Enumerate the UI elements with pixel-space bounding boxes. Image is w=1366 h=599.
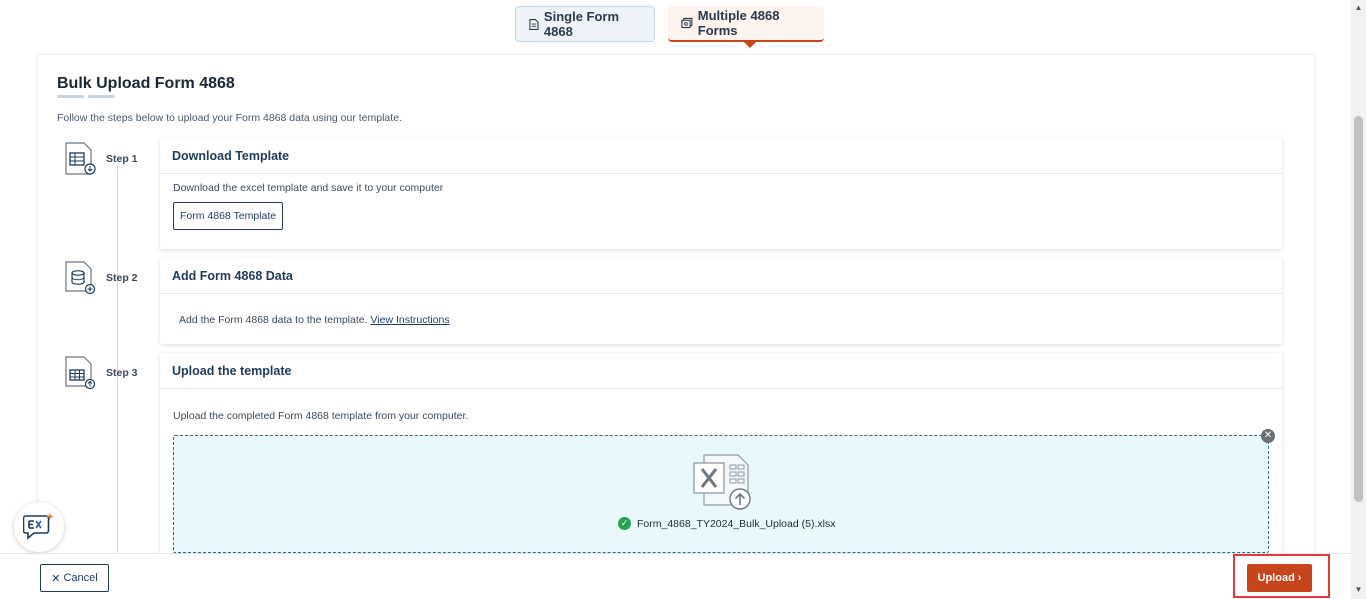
step-2-label: Step 2 [106,272,138,284]
document-icon [529,18,539,30]
step-2-body: Add the Form 4868 data to the template. … [160,294,1282,346]
tab-multiple-forms-label: Multiple 4868 Forms [697,8,780,38]
tab-single-form[interactable]: Single Form 4868 [515,6,655,42]
step-1-card: Download Template Download the excel tem… [160,138,1282,249]
step-3-card: Upload the template Upload the completed… [160,353,1282,575]
step-3-body: Upload the completed Form 4868 template … [160,389,1282,430]
spreadsheet-download-icon [65,142,96,175]
vertical-scrollbar[interactable]: ▲ ▼ [1351,0,1366,599]
cancel-label: Cancel [63,572,98,584]
tab-multiple-forms[interactable]: Multiple 4868 Forms [668,6,824,48]
file-dropzone[interactable]: ✕ ✓ Form_4868_TY2024_Bulk_Upload (5).xls… [173,429,1275,553]
scroll-up-icon[interactable]: ▲ [1354,4,1363,12]
excel-file-icon [693,454,751,510]
step-3-label: Step 3 [106,367,138,379]
chat-bot-icon [23,513,54,540]
page-subtitle: Follow the steps below to upload your Fo… [57,112,402,124]
cancel-button[interactable]: ✕ Cancel [40,564,109,592]
uploaded-file-name: Form_4868_TY2024_Bulk_Upload (5).xlsx [637,517,836,530]
step-2-card: Add Form 4868 Data Add the Form 4868 dat… [160,258,1282,344]
tab-single-form-label: Single Form 4868 [543,9,620,39]
page-title: Bulk Upload Form 4868 [57,75,235,92]
step-3-title: Upload the template [160,353,1282,389]
download-template-button[interactable]: Form 4868 Template [173,202,284,230]
multi-document-icon [681,17,693,29]
spreadsheet-upload-icon [65,356,96,390]
title-underline [57,95,115,98]
step-1-description: Download the excel template and save it … [173,182,444,194]
footer-bar: ✕ Cancel Upload › [0,553,1351,599]
database-add-icon [65,261,96,295]
step-3-description: Upload the completed Form 4868 template … [173,410,469,422]
check-circle-icon: ✓ [618,517,631,530]
remove-file-icon[interactable]: ✕ [1261,429,1275,443]
scroll-thumb[interactable] [1354,116,1363,502]
step-1-label: Step 1 [106,153,138,165]
step-2-title: Add Form 4868 Data [160,258,1282,294]
upload-label: Upload [1257,572,1295,584]
step-2-description: Add the Form 4868 data to the template. [179,314,368,326]
view-instructions-link[interactable]: View Instructions [370,314,449,326]
form-type-tabs: Single Form 4868 Multiple 4868 Forms [515,6,824,48]
step-1-body: Download the excel template and save it … [160,174,1282,238]
chevron-right-icon: › [1297,572,1302,584]
uploaded-file-row: ✓ Form_4868_TY2024_Bulk_Upload (5).xlsx [618,517,835,530]
close-icon: ✕ [51,572,61,585]
step-1-title: Download Template [160,138,1282,174]
chat-assistant-button[interactable] [14,502,64,552]
upload-button[interactable]: Upload › [1247,564,1312,592]
scroll-down-icon[interactable]: ▼ [1354,586,1363,594]
bulk-upload-card: Bulk Upload Form 4868 Follow the steps b… [38,55,1314,575]
